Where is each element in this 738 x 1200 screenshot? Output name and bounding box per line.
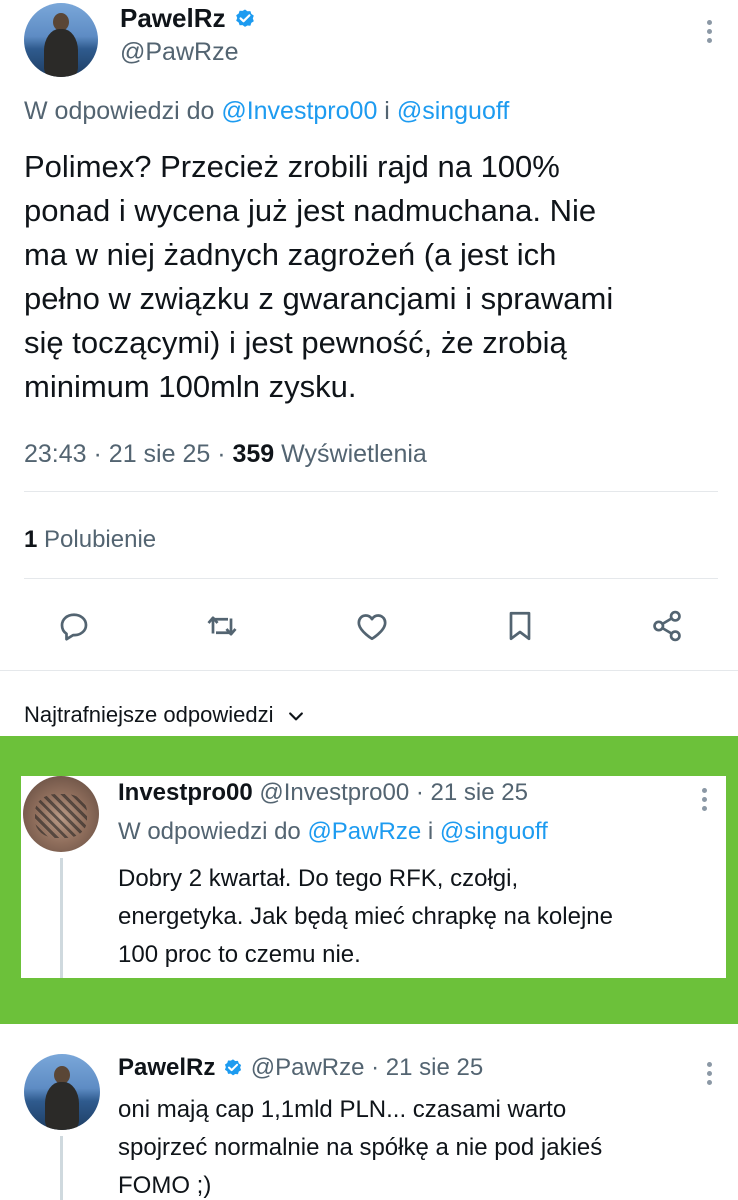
author-name[interactable]: PawelRz: [118, 1054, 215, 1081]
reply-to-line: W odpowiedzi do @PawRze i @singuoff: [118, 818, 548, 846]
reply-text-line: Dobry 2 kwartał. Do tego RFK, czołgi,: [118, 865, 519, 892]
avatar-body: [44, 29, 78, 77]
reply-to-link-pawrze[interactable]: @PawRze: [307, 818, 421, 845]
tweet-text-line: Polimex? Przecież zrobili rajd na 100%: [24, 149, 560, 184]
tweet-meta: 23:43 · 21 sie 25 · 359 Wyświetlenia: [24, 440, 427, 469]
reply-date[interactable]: 21 sie 25: [431, 779, 528, 806]
divider: [24, 578, 718, 579]
replies-sort-label: Najtrafniejsze odpowiedzi: [24, 702, 274, 727]
reply-text-line: 100 proc to czemu nie.: [118, 941, 361, 968]
meta-separator: ·: [415, 779, 424, 806]
reply-to-prefix: W odpowiedzi do: [24, 97, 222, 125]
tweet-text-line: minimum 100mln zysku.: [24, 369, 357, 404]
tweet-time[interactable]: 23:43: [24, 440, 87, 468]
reply-to-link-singuoff[interactable]: @singuoff: [440, 818, 548, 845]
reply-to-and: i: [377, 97, 397, 125]
author-name[interactable]: PawelRz: [120, 3, 257, 34]
author-handle[interactable]: @PawRze: [120, 38, 238, 67]
verified-badge-icon: [235, 9, 254, 28]
reply-text: oni mają cap 1,1mld PLN... czasami warto…: [118, 1091, 602, 1200]
bookmark-icon: [509, 611, 531, 641]
likes-count: 1: [24, 526, 38, 553]
more-options-icon[interactable]: [706, 20, 712, 47]
reply-date[interactable]: 21 sie 25: [386, 1054, 483, 1081]
divider: [24, 491, 718, 492]
replies-sort-dropdown[interactable]: Najtrafniejsze odpowiedzi: [24, 702, 306, 728]
author-handle[interactable]: @Investpro00: [259, 779, 409, 806]
reply-button[interactable]: [52, 604, 96, 648]
reply-to-line: W odpowiedzi do @Investpro00 i @singuoff: [24, 97, 509, 126]
reply-to-link-investpro[interactable]: @Investpro00: [221, 97, 377, 125]
author-name-text: PawelRz: [120, 3, 226, 33]
divider: [0, 670, 738, 671]
meta-separator: ·: [371, 1054, 380, 1081]
retweet-button[interactable]: [200, 604, 244, 648]
reply-header: PawelRz @PawRze · 21 sie 25: [118, 1054, 483, 1082]
chevron-down-icon: [288, 712, 303, 721]
reply-to-and: i: [421, 818, 440, 845]
tweet-text-line: się toczącymi) i jest pewność, że zrobią: [24, 325, 567, 360]
avatar[interactable]: [23, 776, 99, 852]
share-icon: [653, 610, 681, 642]
share-button[interactable]: [645, 604, 689, 648]
reply-text-line: oni mają cap 1,1mld PLN... czasami warto: [118, 1096, 567, 1123]
reply-text-line: spojrzeć normalnie na spółkę a nie pod j…: [118, 1134, 603, 1161]
reply-text-line: FOMO ;): [118, 1172, 212, 1199]
tweet-text: Polimex? Przecież zrobili rajd na 100% p…: [24, 145, 613, 409]
like-icon: [357, 614, 387, 641]
reply-text: Dobry 2 kwartał. Do tego RFK, czołgi, en…: [118, 860, 613, 974]
bookmark-button[interactable]: [498, 604, 542, 648]
likes-stat[interactable]: 1 Polubienie: [24, 526, 156, 554]
more-options-icon[interactable]: [706, 1062, 712, 1089]
avatar-tattoo: [35, 794, 87, 838]
reply-icon: [60, 613, 88, 641]
tweet-text-line: ponad i wycena już jest nadmuchana. Nie: [24, 193, 597, 228]
tweet-text-line: pełno w związku z gwarancjami i sprawami: [24, 281, 614, 316]
views-count: 359: [232, 440, 275, 468]
author-handle[interactable]: @PawRze: [251, 1054, 365, 1081]
author-name[interactable]: Investpro00: [118, 779, 253, 806]
thread-line: [60, 1136, 63, 1200]
reply-card[interactable]: Investpro00 @Investpro00 · 21 sie 25 W o…: [21, 776, 726, 978]
thread-line: [60, 858, 63, 978]
verified-badge-icon: [224, 1059, 242, 1075]
avatar[interactable]: [24, 1054, 100, 1130]
tweet-text-line: ma w niej żadnych zagrożeń (a jest ich: [24, 237, 557, 272]
meta-separator: ·: [93, 440, 102, 468]
more-options-icon[interactable]: [701, 788, 707, 815]
reply-header: Investpro00 @Investpro00 · 21 sie 25: [118, 779, 528, 807]
reply-to-prefix: W odpowiedzi do: [118, 818, 308, 845]
avatar-body: [45, 1082, 79, 1130]
likes-label: Polubienie: [44, 526, 157, 553]
like-button[interactable]: [350, 604, 394, 648]
reply-text-line: energetyka. Jak będą mieć chrapkę na kol…: [118, 903, 613, 930]
views-label: Wyświetlenia: [281, 440, 427, 468]
reply-to-link-singuoff[interactable]: @singuoff: [397, 97, 510, 125]
tweet-date[interactable]: 21 sie 25: [109, 440, 210, 468]
meta-separator: ·: [217, 440, 226, 468]
avatar[interactable]: [24, 3, 98, 77]
retweet-icon: [207, 616, 237, 636]
